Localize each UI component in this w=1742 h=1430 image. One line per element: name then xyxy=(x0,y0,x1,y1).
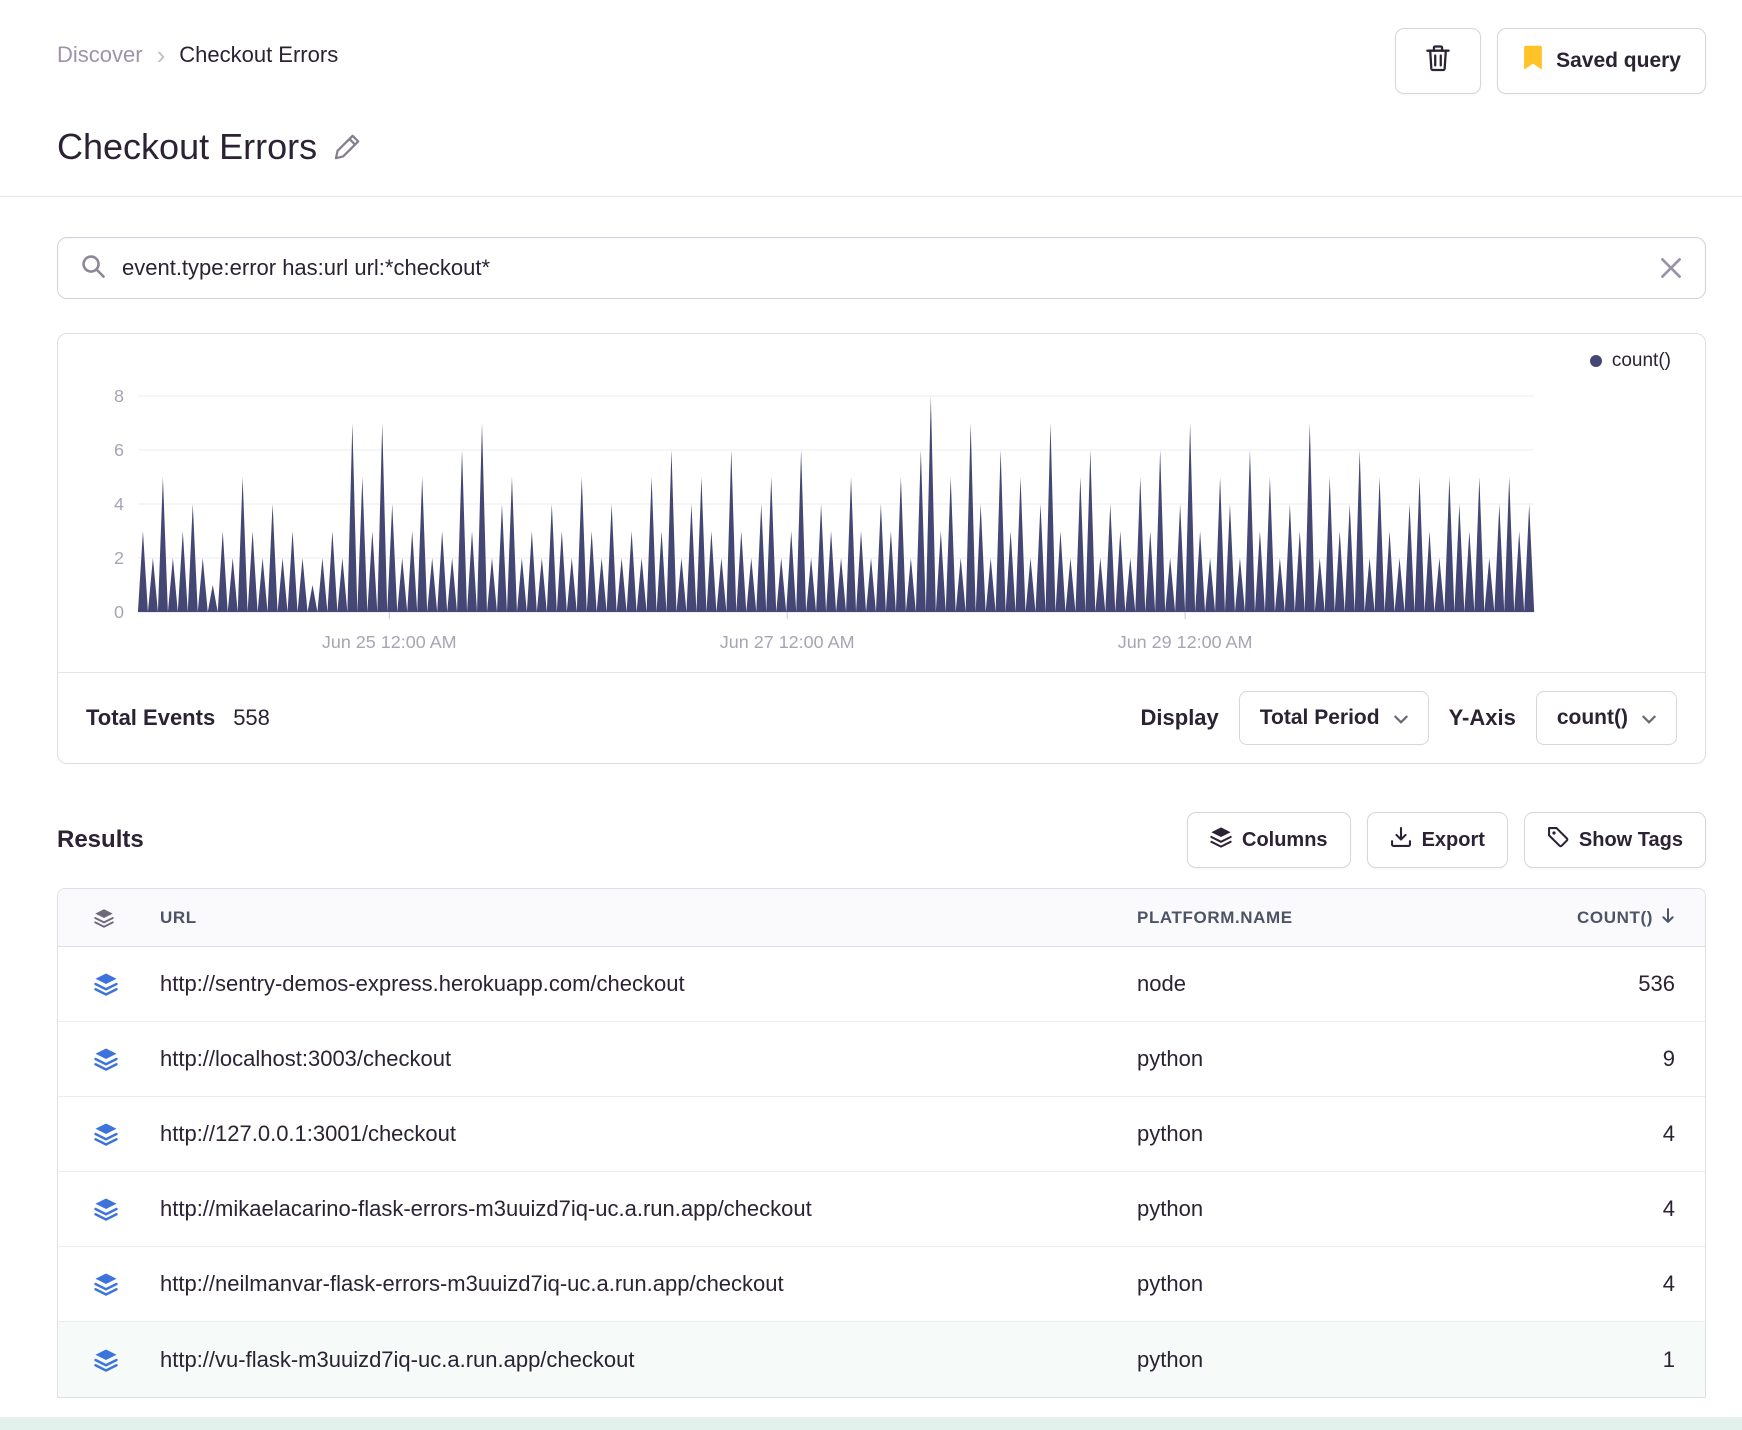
platform-cell: python xyxy=(1137,1046,1204,1071)
events-chart: 0 2 4 6 8 Jun 25 12:00 AM Jun 27 12:00 AM Jun 2… xyxy=(114,386,1535,652)
stack-icon[interactable] xyxy=(94,1348,160,1372)
search-icon xyxy=(80,253,106,284)
chevron-down-icon xyxy=(1393,706,1408,730)
svg-text:Jun 29 12:00 AM: Jun 29 12:00 AM xyxy=(1118,632,1253,652)
trash-icon xyxy=(1425,44,1451,78)
chart-inner: count() 0 2 4 6 8 Jun 25 12:00 AM Jun 27 12:00… xyxy=(58,334,1705,672)
download-icon xyxy=(1390,826,1412,854)
bookmark-icon xyxy=(1522,45,1544,77)
count-cell: 4 xyxy=(1662,1196,1675,1221)
yaxis-label: Y-Axis xyxy=(1448,705,1516,730)
count-cell: 4 xyxy=(1662,1121,1675,1146)
total-events-label: Total Events xyxy=(86,705,216,730)
count-cell: 1 xyxy=(1662,1346,1675,1372)
url-cell: http://neilmanvar-flask-errors-m3uuizd7i… xyxy=(160,1271,784,1296)
column-header-platform[interactable]: PLATFORM.NAME xyxy=(1137,908,1497,928)
url-cell: http://vu-flask-m3uuizd7iq-uc.a.run.app/… xyxy=(160,1346,635,1372)
page-title: Checkout Errors xyxy=(57,126,318,167)
bottom-cutoff-strip xyxy=(0,1417,1742,1430)
breadcrumb-discover-link[interactable]: Discover xyxy=(57,42,143,68)
table-header-row: URL PLATFORM.NAME COUNT() xyxy=(58,889,1705,947)
saved-query-label: Saved query xyxy=(1556,49,1681,72)
display-label: Display xyxy=(1140,705,1219,730)
chart-legend[interactable]: count() xyxy=(86,350,1677,372)
url-cell: http://localhost:3003/checkout xyxy=(160,1046,452,1071)
table-row: http://mikaelacarino-flask-errors-m3uuiz… xyxy=(58,1172,1705,1247)
svg-text:Jun 25 12:00 AM: Jun 25 12:00 AM xyxy=(322,632,457,652)
total-events: Total Events 558 xyxy=(86,705,270,731)
layers-icon xyxy=(1210,826,1232,854)
header-divider xyxy=(0,196,1742,197)
platform-cell: python xyxy=(1137,1121,1204,1146)
layers-icon[interactable] xyxy=(94,908,160,928)
stack-icon[interactable] xyxy=(94,1197,160,1221)
edit-title-pencil-icon[interactable] xyxy=(333,133,361,161)
platform-cell: python xyxy=(1137,1346,1204,1372)
title-row: Checkout Errors xyxy=(57,126,1706,168)
column-header-url[interactable]: URL xyxy=(160,908,1137,928)
platform-cell: python xyxy=(1137,1196,1204,1221)
svg-text:6: 6 xyxy=(114,440,124,460)
table-row: http://localhost:3003/checkout python 9 xyxy=(58,1022,1705,1097)
svg-text:0: 0 xyxy=(114,602,124,622)
display-dropdown[interactable]: Total Period xyxy=(1238,691,1429,745)
yaxis-dropdown[interactable]: count() xyxy=(1535,691,1677,745)
stack-icon[interactable] xyxy=(94,972,160,996)
svg-text:Jun 27 12:00 AM: Jun 27 12:00 AM xyxy=(720,632,855,652)
stack-icon[interactable] xyxy=(94,1122,160,1146)
table-row: http://sentry-demos-express.herokuapp.co… xyxy=(58,947,1705,1022)
legend-dot xyxy=(1589,355,1602,367)
show-tags-label: Show Tags xyxy=(1578,828,1683,851)
url-cell: http://127.0.0.1:3001/checkout xyxy=(160,1121,457,1146)
svg-text:4: 4 xyxy=(114,494,124,514)
columns-button[interactable]: Columns xyxy=(1187,812,1351,868)
columns-label: Columns xyxy=(1242,828,1328,851)
count-cell: 9 xyxy=(1662,1046,1675,1071)
display-value: Total Period xyxy=(1259,706,1380,729)
chevron-down-icon xyxy=(1642,706,1656,730)
platform-cell: node xyxy=(1137,971,1186,996)
chart-footer: Total Events 558 Display Total Period Y-… xyxy=(58,672,1705,763)
table-row: http://127.0.0.1:3001/checkout python 4 xyxy=(58,1097,1705,1172)
platform-cell: python xyxy=(1137,1271,1204,1296)
svg-text:2: 2 xyxy=(114,548,124,568)
results-actions: Columns Export Show Tags xyxy=(1187,812,1706,868)
delete-query-button[interactable] xyxy=(1395,28,1482,94)
breadcrumb: Discover › Checkout Errors xyxy=(57,28,338,68)
show-tags-button[interactable]: Show Tags xyxy=(1523,812,1706,868)
clear-search-icon[interactable] xyxy=(1659,256,1683,280)
search-bar xyxy=(57,237,1706,299)
results-heading: Results xyxy=(57,826,144,853)
results-table: URL PLATFORM.NAME COUNT() http://sentry-… xyxy=(57,888,1706,1398)
top-actions: Saved query xyxy=(1395,28,1706,94)
export-button[interactable]: Export xyxy=(1366,812,1508,868)
discover-page: Discover › Checkout Errors Saved query C… xyxy=(0,0,1742,1430)
sort-desc-arrow-icon xyxy=(1661,907,1675,929)
search-input[interactable] xyxy=(122,255,1643,281)
saved-query-button[interactable]: Saved query xyxy=(1497,28,1706,94)
stack-icon[interactable] xyxy=(94,1272,160,1296)
table-row: http://neilmanvar-flask-errors-m3uuizd7i… xyxy=(58,1247,1705,1322)
tag-icon xyxy=(1547,826,1569,854)
export-label: Export xyxy=(1421,828,1485,851)
legend-label: count() xyxy=(1611,350,1671,371)
url-cell: http://sentry-demos-express.herokuapp.co… xyxy=(160,971,685,996)
column-header-count[interactable]: COUNT() xyxy=(1497,907,1675,929)
stack-icon[interactable] xyxy=(94,1047,160,1071)
table-row: http://vu-flask-m3uuizd7iq-uc.a.run.app/… xyxy=(58,1322,1705,1397)
breadcrumb-current: Checkout Errors xyxy=(179,42,339,67)
top-bar: Discover › Checkout Errors Saved query xyxy=(57,28,1706,94)
count-cell: 536 xyxy=(1638,971,1675,996)
svg-text:8: 8 xyxy=(114,386,124,406)
count-cell: 4 xyxy=(1662,1271,1675,1296)
total-events-value: 558 xyxy=(233,705,270,730)
url-cell: http://mikaelacarino-flask-errors-m3uuiz… xyxy=(160,1196,812,1221)
events-chart-panel: count() 0 2 4 6 8 Jun 25 12:00 AM Jun 27 12:00… xyxy=(57,333,1706,764)
results-header-row: Results Columns Export Show Tags xyxy=(57,812,1706,868)
yaxis-value: count() xyxy=(1556,706,1628,729)
chart-controls: Display Total Period Y-Axis count() xyxy=(1141,691,1677,745)
chevron-right-icon: › xyxy=(156,40,166,70)
